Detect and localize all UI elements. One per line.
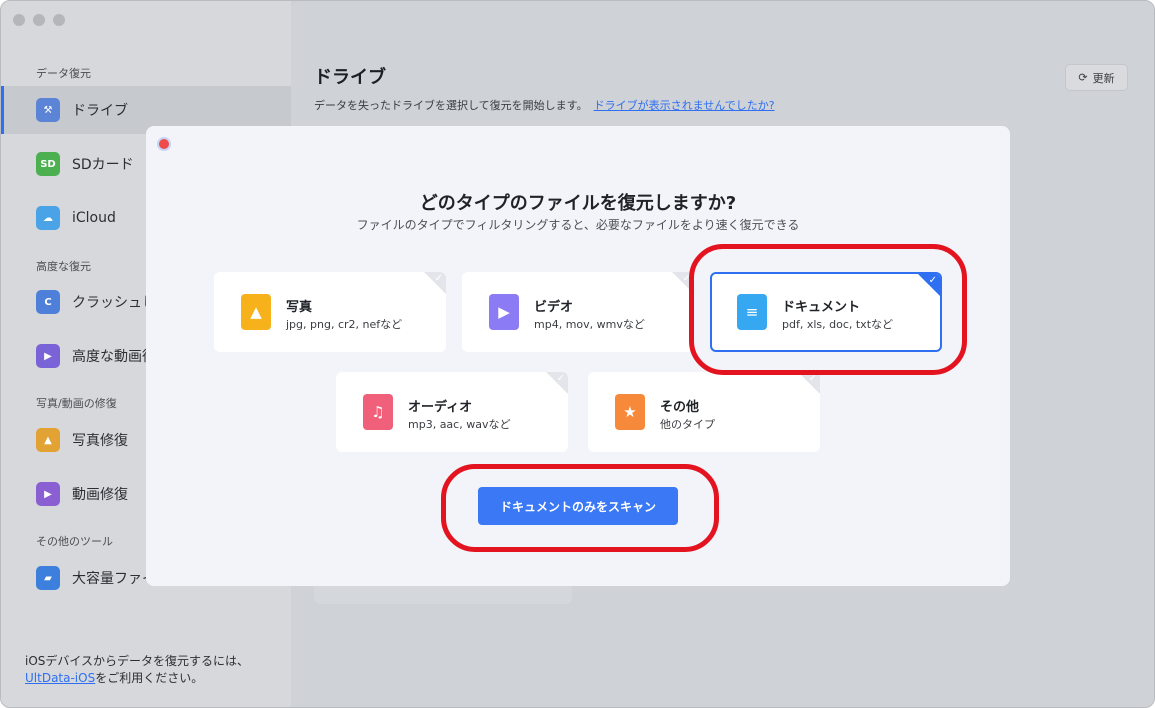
highlight-annotation: [689, 244, 967, 375]
file-type-card-video[interactable]: ✓ ▶ ビデオ mp4, mov, wmvなど: [462, 272, 694, 352]
sd-card-icon: SD: [36, 152, 60, 176]
ios-footer: iOSデバイスからデータを復元するには、 UltData-iOSをご利用ください…: [25, 653, 249, 687]
card-desc: mp3, aac, wavなど: [408, 418, 511, 431]
footer-text: iOSデバイスからデータを復元するには、: [25, 654, 250, 668]
drive-help-link[interactable]: ドライブが表示されませんでしたか?: [594, 99, 775, 112]
refresh-icon: ⟳: [1078, 71, 1088, 84]
file-type-card-other[interactable]: ✓ ★ その他 他のタイプ: [588, 372, 820, 452]
other-file-icon: ★: [615, 394, 645, 430]
footer-suffix: をご利用ください。: [95, 671, 204, 685]
footer-line: UltData-iOSをご利用ください。: [25, 670, 249, 687]
sidebar-item-label: iCloud: [72, 210, 116, 226]
section-photo-video-repair: 写真/動画の修復: [36, 397, 117, 410]
zoom-window-button[interactable]: [53, 14, 65, 26]
icloud-icon: ☁: [36, 206, 60, 230]
video-repair-icon: ▶: [36, 482, 60, 506]
dialog-subtitle: ファイルのタイプでフィルタリングすると、必要なファイルをより速く復元できる: [356, 218, 800, 232]
audio-file-icon: ♫: [363, 394, 393, 430]
card-name: ビデオ: [534, 300, 574, 315]
card-name: その他: [660, 400, 700, 415]
sidebar-item-label: 動画修復: [72, 487, 128, 503]
card-name: 写真: [286, 300, 313, 315]
page-subtitle: データを失ったドライブを選択して復元を開始します。 ドライブが表示されませんでした…: [314, 97, 775, 113]
card-name: オーディオ: [408, 400, 473, 415]
video-file-icon: ▶: [489, 294, 519, 330]
highlight-annotation: [441, 464, 719, 552]
sidebar-item-label: ドライブ: [72, 103, 128, 119]
sidebar-item-label: クラッシュし: [72, 295, 156, 311]
checkmark-icon: ✓: [434, 273, 443, 284]
sidebar-item-label: 高度な動画復: [72, 349, 156, 365]
app-window: データ復元 ⚒ ドライブ SD SDカード ☁ iCloud 高度な復元 C ク…: [0, 0, 1155, 708]
video-recovery-icon: ▶: [36, 344, 60, 368]
window-controls: [13, 14, 65, 26]
dialog-close-button[interactable]: [157, 137, 171, 151]
crash-icon: C: [36, 290, 60, 314]
photo-file-icon: ▲: [241, 294, 271, 330]
large-file-icon: ▰: [36, 566, 60, 590]
drive-icon: ⚒: [36, 98, 60, 122]
photo-repair-icon: ▲: [36, 428, 60, 452]
card-desc: jpg, png, cr2, nefなど: [286, 318, 403, 331]
file-type-card-audio[interactable]: ✓ ♫ オーディオ mp3, aac, wavなど: [336, 372, 568, 452]
section-advanced-recovery: 高度な復元: [36, 260, 91, 273]
card-desc: 他のタイプ: [660, 418, 715, 431]
refresh-label: 更新: [1092, 71, 1115, 85]
card-desc: mp4, mov, wmvなど: [534, 318, 645, 331]
checkmark-icon: ✓: [556, 373, 565, 384]
sidebar-item-label: SDカード: [72, 157, 134, 173]
refresh-button[interactable]: ⟳ 更新: [1065, 64, 1128, 91]
sidebar-item-label: 写真修復: [72, 433, 128, 449]
close-window-button[interactable]: [13, 14, 25, 26]
file-type-card-photo[interactable]: ✓ ▲ 写真 jpg, png, cr2, nefなど: [214, 272, 446, 352]
sidebar-item-label: 大容量ファイ: [72, 571, 156, 587]
minimize-window-button[interactable]: [33, 14, 45, 26]
section-other-tools: その他のツール: [36, 535, 113, 548]
dialog-title: どのタイプのファイルを復元しますか?: [419, 193, 737, 214]
section-data-recovery: データ復元: [36, 67, 91, 80]
page-title: ドライブ: [314, 67, 386, 88]
subtitle-text: データを失ったドライブを選択して復元を開始します。: [314, 99, 588, 112]
ultdata-ios-link[interactable]: UltData-iOS: [25, 671, 95, 685]
